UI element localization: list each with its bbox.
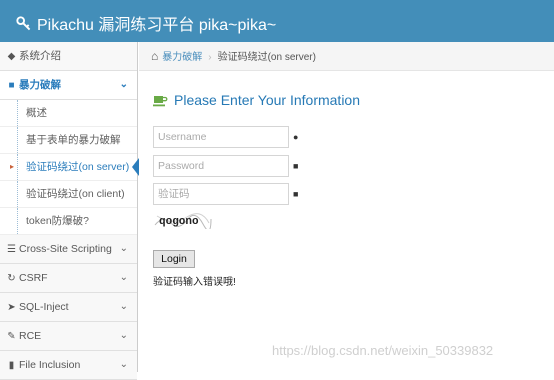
sidebar: ◆ 系统介绍 ■ 暴力破解 ⌄ 概述 基于表单的暴力破解 ▸ 验证码绕过(on ser… — [0, 42, 139, 380]
chevron-down-icon: ⌄ — [119, 301, 128, 312]
home-icon[interactable]: ⌂ — [151, 49, 158, 63]
chevron-down-icon: ⌄ — [119, 79, 128, 90]
sidebar-item-label: File Inclusion — [19, 359, 81, 371]
chevron-down-icon: ⌄ — [119, 243, 128, 254]
chevron-down-icon: ⌄ — [119, 359, 128, 370]
tag-icon: ◆ — [7, 51, 16, 62]
submenu-item-label: token防爆破? — [26, 215, 90, 227]
error-message: 验证码输入错误哦! — [153, 277, 236, 288]
lock-icon: ■ — [8, 80, 15, 91]
submenu-item-label: 验证码绕过(on client) — [26, 188, 125, 200]
password-field[interactable] — [153, 155, 289, 177]
sidebar-item-intro[interactable]: ◆ 系统介绍 — [0, 42, 137, 71]
caret-right-icon: ▸ — [10, 162, 15, 171]
sidebar-item-label: 系统介绍 — [19, 50, 61, 62]
brand[interactable]: Pikachu 漏洞练习平台 pika~pika~ — [16, 11, 276, 35]
captcha-field[interactable] — [153, 183, 289, 205]
main-content: Please Enter Your Information ● ■ ■ qogo… — [139, 71, 554, 372]
coffee-icon — [153, 95, 168, 106]
submenu-item-form-brute-force[interactable]: 基于表单的暴力破解 — [0, 127, 137, 154]
lock-icon: ■ — [293, 161, 299, 171]
password-input[interactable] — [154, 156, 288, 176]
sidebar-item-rce[interactable]: ✎ RCE ⌄ — [0, 322, 137, 351]
username-input[interactable] — [154, 127, 288, 147]
captcha-text: qogono — [159, 216, 199, 228]
top-navbar: Pikachu 漏洞练习平台 pika~pika~ — [0, 0, 554, 42]
submenu-brute-force: 概述 基于表单的暴力破解 ▸ 验证码绕过(on server) 验证码绕过(on … — [0, 100, 139, 235]
submenu-item-label: 验证码绕过(on server) — [26, 161, 130, 173]
sidebar-item-sql-inject[interactable]: ➤ SQL-Inject ⌄ — [0, 293, 137, 322]
form-heading: Please Enter Your Information — [153, 92, 360, 108]
watermark: https://blog.csdn.net/weixin_50339832 — [272, 343, 494, 358]
sidebar-item-label: SQL-Inject — [19, 301, 69, 313]
sidebar-item-label: CSRF — [19, 272, 48, 284]
sidebar-item-csrf[interactable]: ↻ CSRF ⌄ — [0, 264, 137, 293]
chevron-down-icon: ⌄ — [119, 272, 128, 283]
username-field[interactable] — [153, 126, 289, 148]
breadcrumb-separator-icon: › — [208, 52, 212, 63]
refresh-icon: ↻ — [7, 273, 16, 284]
pencil-icon: ✎ — [7, 331, 16, 342]
app-title: Pikachu 漏洞练习平台 pika~pika~ — [37, 17, 277, 34]
submenu-item-label: 概述 — [26, 107, 47, 119]
sidebar-item-file-inclusion[interactable]: ▮ File Inclusion ⌄ — [0, 351, 137, 380]
file-icon: ▮ — [8, 360, 15, 371]
sidebar-item-label: 暴力破解 — [19, 79, 61, 91]
login-button[interactable]: Login — [153, 250, 195, 268]
lock-icon: ■ — [293, 189, 299, 199]
sidebar-item-brute-force[interactable]: ■ 暴力破解 ⌄ — [0, 71, 137, 100]
captcha-image[interactable]: qogono — [153, 211, 213, 229]
sidebar-item-label: Cross-Site Scripting — [19, 243, 112, 255]
plug-icon: ➤ — [7, 302, 16, 313]
captcha-input[interactable] — [154, 184, 288, 204]
submenu-item-label: 基于表单的暴力破解 — [26, 134, 121, 146]
sidebar-item-label: RCE — [19, 330, 42, 342]
breadcrumb-current: 验证码绕过(on server) — [217, 52, 316, 63]
breadcrumb-link[interactable]: 暴力破解 — [162, 52, 202, 63]
submenu-item-token[interactable]: token防爆破? — [0, 208, 137, 235]
sidebar-item-xss[interactable]: ☰ Cross-Site Scripting ⌄ — [0, 235, 137, 264]
breadcrumb: ⌂ 暴力破解 › 验证码绕过(on server) — [139, 42, 554, 71]
key-icon — [16, 15, 31, 30]
submenu-item-captcha-on-server[interactable]: ▸ 验证码绕过(on server) — [0, 154, 139, 181]
chevron-down-icon: ⌄ — [119, 330, 128, 341]
submenu-item-overview[interactable]: 概述 — [0, 100, 137, 127]
user-icon: ● — [293, 132, 299, 142]
form-title: Please Enter Your Information — [174, 92, 361, 108]
sitemap-icon: ☰ — [7, 244, 16, 255]
submenu-item-captcha-on-client[interactable]: 验证码绕过(on client) — [0, 181, 137, 208]
